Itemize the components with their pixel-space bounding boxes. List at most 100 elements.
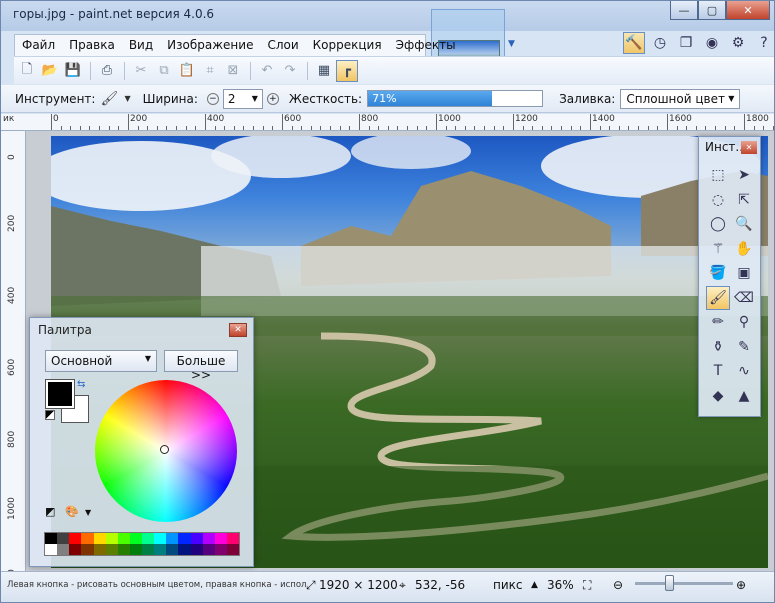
- palette-window[interactable]: Палитра ✕ Основной ▼ Больше >> ⇆ ◩ 🎨 ▼: [29, 317, 254, 567]
- zoom-to-window-icon[interactable]: ⛶: [583, 578, 591, 593]
- palette-color-swatch[interactable]: [93, 533, 106, 544]
- palette-color-swatch[interactable]: [57, 533, 70, 544]
- palette-color-swatch[interactable]: [202, 533, 215, 544]
- palette-color-swatch[interactable]: [154, 533, 167, 544]
- deselect-icon[interactable]: ⊠: [222, 60, 244, 82]
- eraser-icon[interactable]: ⌫: [732, 286, 756, 311]
- palette-color-swatch[interactable]: [69, 533, 82, 544]
- colors-window-icon[interactable]: ◉: [701, 32, 723, 54]
- hardness-slider[interactable]: 71%: [367, 90, 544, 107]
- copy-icon[interactable]: ⧉: [153, 60, 175, 82]
- cut-icon[interactable]: ✂: [130, 60, 152, 82]
- palette-color-swatch[interactable]: [129, 533, 142, 544]
- color-palette-strip[interactable]: [44, 532, 240, 556]
- zoom-slider-thumb[interactable]: [665, 575, 674, 591]
- units-select[interactable]: пикс: [493, 578, 523, 592]
- pencil-icon[interactable]: ✏: [706, 310, 730, 335]
- palette-color-swatch[interactable]: [105, 544, 118, 555]
- magic-wand-icon[interactable]: ⚚: [706, 237, 730, 262]
- menu-edit[interactable]: Правка: [62, 35, 122, 56]
- settings-gear-icon[interactable]: ⚙: [727, 32, 749, 54]
- width-dropdown-icon[interactable]: ▼: [252, 94, 258, 103]
- rulers-icon[interactable]: ┏: [336, 59, 358, 82]
- palette-color-swatch[interactable]: [226, 533, 239, 544]
- palette-color-swatch[interactable]: [142, 544, 155, 555]
- palette-color-swatch[interactable]: [117, 544, 130, 555]
- close-button[interactable]: ✕: [726, 1, 770, 20]
- zoom-slider[interactable]: [635, 582, 733, 585]
- swap-colors-icon[interactable]: ⇆: [77, 379, 85, 390]
- menu-file[interactable]: Файл: [15, 35, 62, 56]
- palette-color-swatch[interactable]: [69, 544, 82, 555]
- primary-color-swatch[interactable]: [45, 379, 75, 409]
- units-dropdown-icon[interactable]: ▲: [531, 580, 538, 590]
- text-icon[interactable]: T: [706, 359, 730, 384]
- move-selected-icon[interactable]: ➤: [732, 163, 756, 188]
- crop-icon[interactable]: ⌗: [199, 60, 221, 82]
- menu-adjustments[interactable]: Коррекция: [306, 35, 389, 56]
- fill-select[interactable]: Сплошной цвет ▼: [620, 88, 741, 109]
- palette-color-swatch[interactable]: [45, 544, 58, 555]
- paint-bucket-icon[interactable]: 🪣: [706, 261, 730, 286]
- palette-color-swatch[interactable]: [178, 533, 191, 544]
- palette-color-swatch[interactable]: [178, 544, 191, 555]
- line-curve-icon[interactable]: ∿: [732, 359, 756, 384]
- palette-color-swatch[interactable]: [93, 544, 106, 555]
- width-increase-icon[interactable]: +: [266, 92, 279, 105]
- rectangle-select-icon[interactable]: ⬚: [706, 163, 730, 188]
- pan-icon[interactable]: ✋: [732, 237, 756, 262]
- width-input[interactable]: 2 ▼: [222, 88, 263, 109]
- palette-more-button[interactable]: Больше >>: [164, 350, 238, 382]
- width-decrease-icon[interactable]: −: [206, 92, 219, 105]
- minimize-button[interactable]: —: [670, 1, 698, 20]
- tools-window-toggle-icon[interactable]: 🔨: [623, 32, 645, 54]
- save-icon[interactable]: 💾: [62, 60, 84, 82]
- ellipse-select-icon[interactable]: ◯: [706, 212, 730, 237]
- palette-mode-select[interactable]: Основной ▼: [45, 350, 157, 372]
- palette-color-swatch[interactable]: [190, 533, 203, 544]
- paintbrush-icon[interactable]: 🖌: [100, 91, 122, 107]
- maximize-button[interactable]: ▢: [698, 1, 726, 20]
- palette-color-swatch[interactable]: [129, 544, 142, 555]
- palette-color-swatch[interactable]: [45, 533, 58, 544]
- history-window-icon[interactable]: ◷: [649, 32, 671, 54]
- palette-menu-icon[interactable]: 🎨: [65, 505, 79, 519]
- thumbnail-dropdown-icon[interactable]: ▼: [508, 39, 515, 49]
- zoom-out-icon[interactable]: ⊖: [613, 578, 623, 592]
- paste-icon[interactable]: 📋: [176, 60, 198, 82]
- color-picker-icon[interactable]: ⚲: [732, 310, 756, 335]
- gradient-icon[interactable]: ▣: [732, 261, 756, 286]
- undo-icon[interactable]: ↶: [256, 60, 278, 82]
- tools-window[interactable]: Инст... ✕ ⬚ ➤ ◌ ⇱ ◯ 🔍 ⚚ ✋ 🪣 ▣ 🖌 ⌫ ✏ ⚲ ⚱ …: [698, 136, 761, 417]
- layers-window-icon[interactable]: ❐: [675, 32, 697, 54]
- palette-color-swatch[interactable]: [214, 544, 227, 555]
- zoom-level[interactable]: 36%: [547, 578, 574, 592]
- palette-color-swatch[interactable]: [226, 544, 239, 555]
- palette-color-swatch[interactable]: [166, 533, 179, 544]
- grid-icon[interactable]: ▦: [313, 60, 335, 82]
- palette-color-swatch[interactable]: [105, 533, 118, 544]
- move-selection-icon[interactable]: ⇱: [732, 188, 756, 213]
- palette-color-swatch[interactable]: [81, 544, 94, 555]
- palette-color-swatch[interactable]: [154, 544, 167, 555]
- menu-effects[interactable]: Эффекты: [389, 35, 463, 56]
- print-icon[interactable]: ⎙: [96, 60, 118, 82]
- palette-switch-icon[interactable]: ◩: [45, 505, 59, 519]
- recolor-icon[interactable]: ✎: [732, 335, 756, 360]
- menu-image[interactable]: Изображение: [160, 35, 260, 56]
- palette-color-swatch[interactable]: [57, 544, 70, 555]
- redo-icon[interactable]: ↷: [279, 60, 301, 82]
- palette-close-button[interactable]: ✕: [229, 323, 247, 337]
- clone-stamp-icon[interactable]: ⚱: [706, 335, 730, 360]
- color-wheel-cursor[interactable]: [160, 445, 169, 454]
- palette-color-swatch[interactable]: [117, 533, 130, 544]
- paintbrush-tool-icon[interactable]: 🖌: [706, 285, 730, 310]
- palette-color-swatch[interactable]: [202, 544, 215, 555]
- shapes-dropdown-icon[interactable]: ▲: [732, 384, 756, 409]
- open-file-icon[interactable]: 📂: [39, 60, 61, 82]
- menu-layers[interactable]: Слои: [260, 35, 305, 56]
- zoom-icon[interactable]: 🔍: [732, 212, 756, 237]
- menu-view[interactable]: Вид: [122, 35, 160, 56]
- palette-color-swatch[interactable]: [81, 533, 94, 544]
- palette-color-swatch[interactable]: [142, 533, 155, 544]
